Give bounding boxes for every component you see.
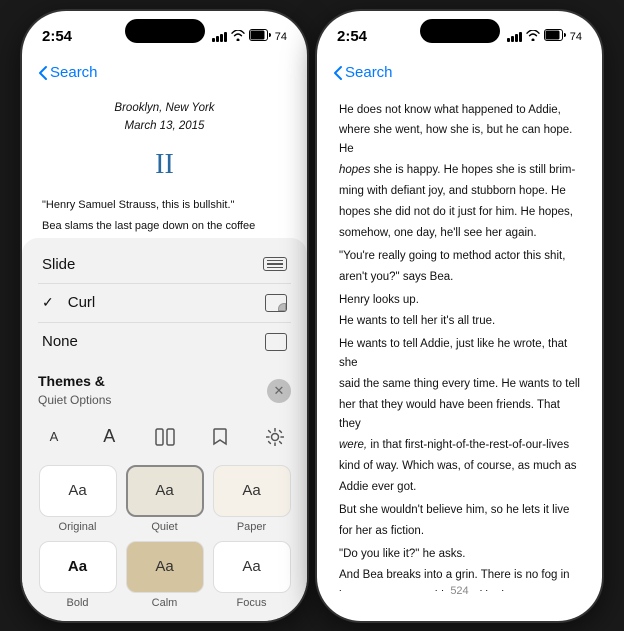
signal-icon-right [507, 32, 522, 42]
theme-quiet[interactable]: Aa Quiet [125, 465, 204, 533]
status-bar-left: 2:54 [22, 11, 307, 55]
theme-original[interactable]: Aa Original [38, 465, 117, 533]
scroll-options: Slide ✓ Curl [22, 238, 307, 365]
back-button-left[interactable]: Search [38, 64, 98, 81]
theme-focus-box[interactable]: Aa [213, 541, 291, 593]
theme-original-label: Original [59, 521, 97, 533]
wifi-icon [231, 30, 245, 44]
right-line10: He wants to tell her it's all true. [339, 312, 580, 331]
time-right: 2:54 [337, 28, 367, 45]
back-button-right[interactable]: Search [333, 64, 393, 81]
curl-icon [265, 294, 287, 312]
theme-bold-label: Bold [66, 597, 88, 609]
option-curl[interactable]: ✓ Curl [38, 284, 291, 323]
nav-bar-right[interactable]: Search [317, 55, 602, 91]
format-toolbar: A A [38, 417, 291, 461]
phone-left: 2:54 [22, 11, 307, 621]
close-button[interactable]: ✕ [267, 379, 291, 403]
right-line13: her that they would have been friends. T… [339, 396, 580, 434]
theme-calm-box[interactable]: Aa [126, 541, 204, 593]
sun-button[interactable] [259, 421, 291, 453]
quiet-options-label: Quiet Options [38, 393, 111, 407]
slide-icon [263, 257, 287, 272]
right-line12: said the same thing every time. He wants… [339, 375, 580, 394]
themes-title: Themes & Quiet Options [38, 373, 111, 409]
battery-pct-right: 74 [570, 31, 582, 43]
right-line5: hopes she did not do it just for him. He… [339, 203, 580, 222]
themes-grid: Aa Original Aa Quiet Aa Paper Aa Bold [38, 461, 291, 617]
right-line14: were, in that first-night-of-the-rest-of… [339, 436, 580, 455]
right-line19: "Do you like it?" he asks. [339, 545, 580, 564]
right-line16: Addie ever got. [339, 478, 580, 497]
right-line2: where she went, how she is, but he can h… [339, 121, 580, 159]
bookmark-button[interactable] [204, 421, 236, 453]
theme-focus-label: Focus [237, 597, 267, 609]
theme-bold-box[interactable]: Aa [39, 541, 117, 593]
status-icons-left: 74 [212, 29, 287, 44]
right-line8: aren't you?" says Bea. [339, 268, 580, 287]
checkmark-icon: ✓ [42, 294, 54, 311]
theme-original-box[interactable]: Aa [39, 465, 117, 517]
notch-right [420, 19, 500, 43]
right-line9: Henry looks up. [339, 291, 580, 310]
slide-label: Slide [42, 256, 75, 273]
columns-button[interactable] [149, 421, 181, 453]
notch-left [125, 19, 205, 43]
battery-pct-left: 74 [275, 31, 287, 43]
right-line11: He wants to tell Addie, just like he wro… [339, 335, 580, 373]
wifi-icon-right [526, 30, 540, 44]
right-line6: somehow, one day, he'll see her again. [339, 224, 580, 243]
status-bar-right: 2:54 [317, 11, 602, 55]
bottom-panel: Slide ✓ Curl [22, 238, 307, 621]
theme-quiet-box[interactable]: Aa [126, 465, 204, 517]
battery-icon-right [544, 29, 566, 44]
back-label-left: Search [50, 64, 98, 81]
font-large-button[interactable]: A [93, 421, 125, 453]
roman-numeral: II [42, 143, 287, 186]
themes-header: Themes & Quiet Options ✕ [38, 373, 291, 409]
option-slide[interactable]: Slide [38, 246, 291, 284]
book-header: Brooklyn, New York March 13, 2015 [42, 99, 287, 136]
option-none[interactable]: None [38, 323, 291, 361]
time-left: 2:54 [42, 28, 72, 45]
right-line1: He does not know what happened to Addie, [339, 101, 580, 120]
curl-label: Curl [68, 294, 96, 311]
battery-icon [249, 29, 271, 44]
none-label: None [42, 333, 78, 350]
signal-icon [212, 32, 227, 42]
none-icon [265, 333, 287, 351]
theme-bold[interactable]: Aa Bold [38, 541, 117, 609]
book-content-right: He does not know what happened to Addie,… [317, 91, 602, 591]
para1: "Henry Samuel Strauss, this is bullshit.… [42, 197, 287, 214]
right-line7: "You're really going to method actor thi… [339, 247, 580, 266]
back-label-right: Search [345, 64, 393, 81]
right-line15: kind of way. Which was, of course, as mu… [339, 457, 580, 476]
right-line3: hopes she is happy. He hopes she is stil… [339, 161, 580, 180]
theme-paper[interactable]: Aa Paper [212, 465, 291, 533]
theme-calm[interactable]: Aa Calm [125, 541, 204, 609]
themes-title-text: Themes & [38, 373, 105, 389]
theme-paper-box[interactable]: Aa [213, 465, 291, 517]
theme-paper-label: Paper [237, 521, 266, 533]
nav-bar-left[interactable]: Search [22, 55, 307, 91]
theme-calm-label: Calm [152, 597, 178, 609]
theme-quiet-label: Quiet [151, 521, 177, 533]
font-small-button[interactable]: A [38, 421, 70, 453]
themes-section: Themes & Quiet Options ✕ A A [22, 365, 307, 621]
right-line18: for her as fiction. [339, 522, 580, 541]
right-line4: ming with defiant joy, and stubborn hope… [339, 182, 580, 201]
right-line17: But she wouldn't believe him, so he lets… [339, 501, 580, 520]
theme-focus[interactable]: Aa Focus [212, 541, 291, 609]
page-number: 524 [317, 581, 602, 601]
phone-right: 2:54 [317, 11, 602, 621]
status-icons-right: 74 [507, 29, 582, 44]
